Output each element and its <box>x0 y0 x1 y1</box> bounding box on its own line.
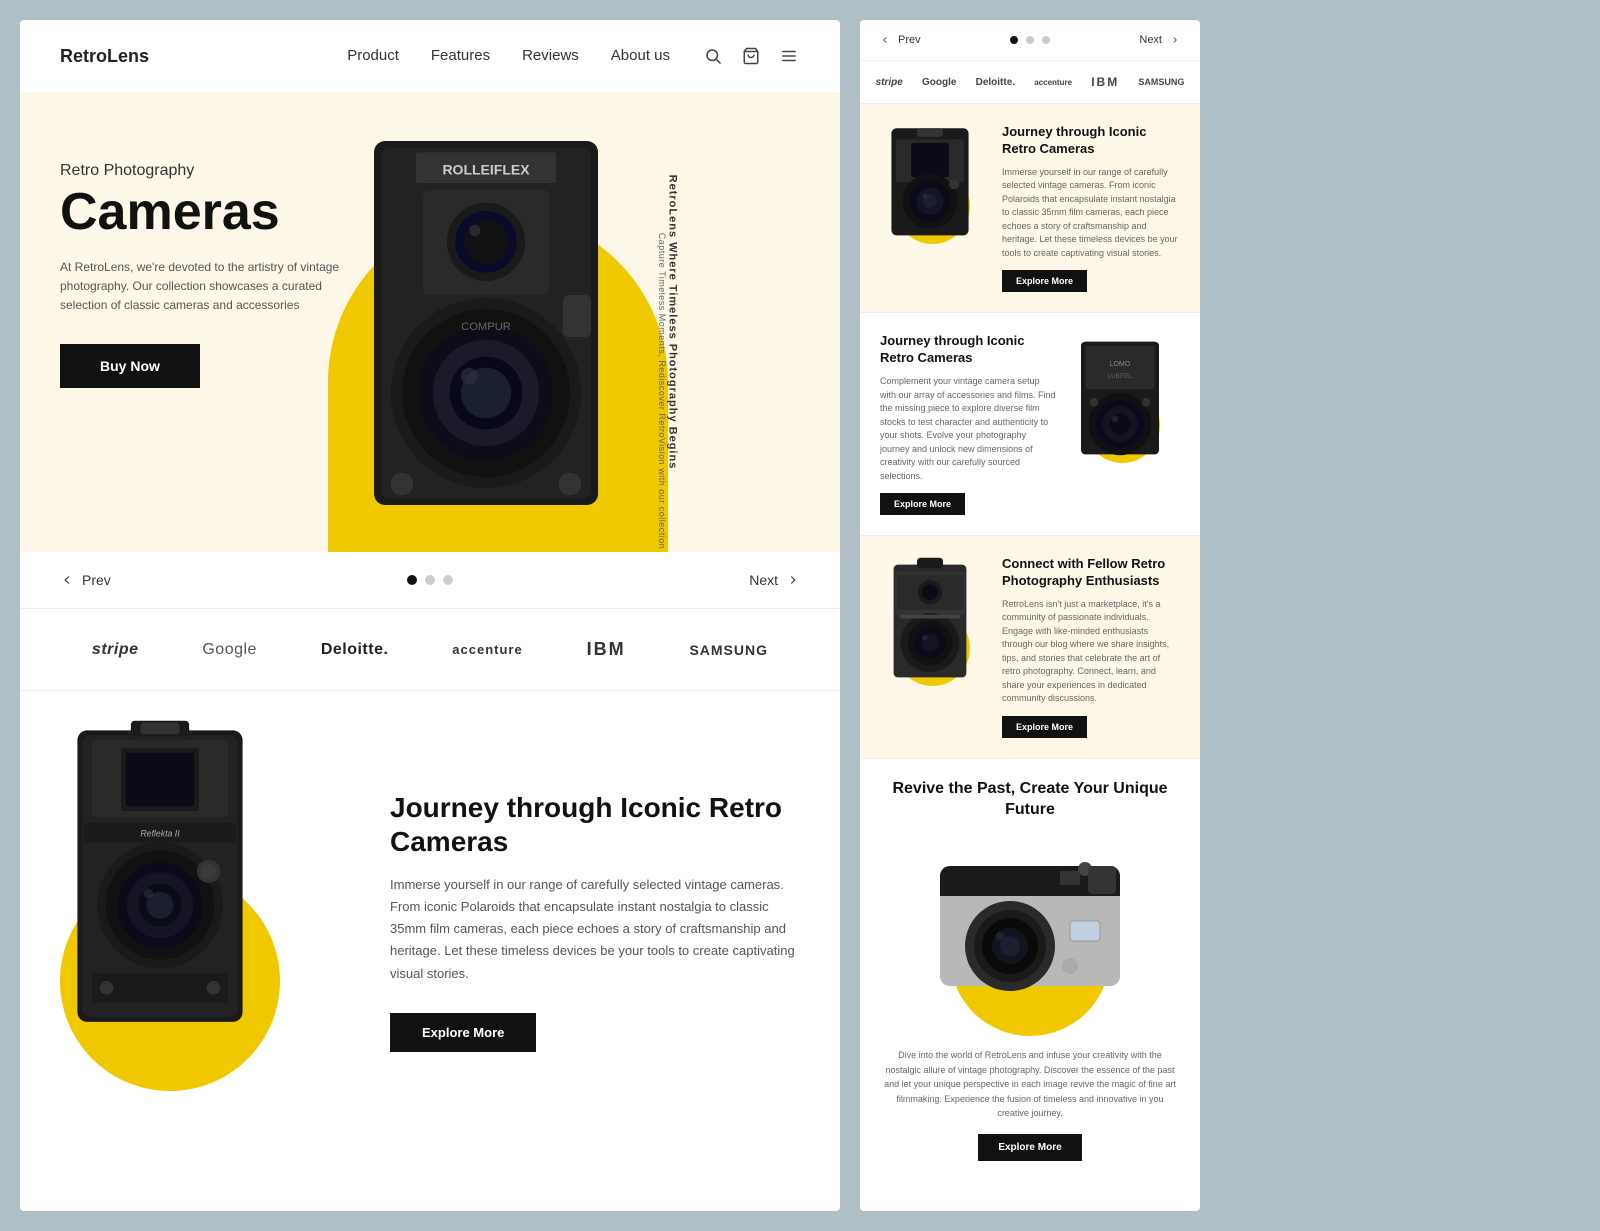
next-label: Next <box>749 572 778 588</box>
right-bottom-desc: Dive into the world of RetroLens and inf… <box>880 1048 1180 1120</box>
right-bottom-title: Revive the Past, Create Your Unique Futu… <box>880 779 1180 821</box>
svg-text:LUBITEL: LUBITEL <box>1108 374 1133 380</box>
card3-camera-svg <box>880 556 980 686</box>
partner-deloitte: Deloitte. <box>321 641 389 659</box>
navbar: RetroLens Product Features Reviews About… <box>20 20 840 92</box>
search-icon[interactable] <box>702 45 724 67</box>
bottom-camera-wrap: Reflekta II <box>20 711 360 1091</box>
card3-explore-button[interactable]: Explore More <box>1002 716 1087 738</box>
card1-title: Journey through Iconic Retro Cameras <box>1002 124 1180 158</box>
svg-text:COMPUR: COMPUR <box>461 321 511 333</box>
card1-desc: Immerse yourself in our range of careful… <box>1002 166 1180 261</box>
bottom-text: Journey through Iconic Retro Cameras Imm… <box>390 711 800 1052</box>
nav-about[interactable]: About us <box>611 47 670 64</box>
card2-content: Journey through Iconic Retro Cameras Com… <box>880 333 1058 515</box>
card2-explore-button[interactable]: Explore More <box>880 493 965 515</box>
card3-desc: RetroLens isn't just a marketplace, it's… <box>1002 598 1180 706</box>
right-bottom-camera-svg <box>930 836 1130 1016</box>
partner-accenture: accenture <box>452 642 522 657</box>
right-pagination: Prev Next <box>860 20 1200 61</box>
right-partner-google: Google <box>922 77 956 88</box>
card3-title: Connect with Fellow Retro Photography En… <box>1002 556 1180 590</box>
right-partner-ibm: IBM <box>1091 75 1119 89</box>
card2-desc: Complement your vintage camera setup wit… <box>880 375 1058 483</box>
nav-product[interactable]: Product <box>347 47 399 64</box>
card1-camera-wrap <box>880 124 990 244</box>
buy-now-button[interactable]: Buy Now <box>60 344 200 388</box>
bottom-section: Reflekta II <box>20 691 840 1131</box>
hero-description: At RetroLens, we're devoted to the artis… <box>60 258 340 316</box>
nav-features[interactable]: Features <box>431 47 490 64</box>
right-card-2: LOMO LUBITEL Journey through Iconic Retr… <box>860 313 1200 536</box>
prev-button[interactable]: Prev <box>60 572 111 588</box>
svg-text:LOMO: LOMO <box>1110 361 1131 368</box>
right-dot-2[interactable] <box>1026 36 1034 44</box>
card1-camera-svg <box>880 124 980 244</box>
card2-camera-wrap: LOMO LUBITEL <box>1070 333 1180 463</box>
card1-content: Journey through Iconic Retro Cameras Imm… <box>1002 124 1180 292</box>
explore-more-button[interactable]: Explore More <box>390 1013 536 1052</box>
card2-title: Journey through Iconic Retro Cameras <box>880 333 1058 367</box>
right-card-3: Connect with Fellow Retro Photography En… <box>860 536 1200 759</box>
right-pagination-dots <box>1010 36 1050 44</box>
bottom-camera-image: Reflekta II <box>40 711 320 1056</box>
hero-vertical-text: RetroLens Where Timeless Photography Beg… <box>667 175 679 470</box>
prev-label: Prev <box>82 572 111 588</box>
hero-camera-image: ROLLEIFLEX C <box>346 99 626 552</box>
right-partner-deloitte: Deloitte. <box>976 77 1015 88</box>
right-dot-3[interactable] <box>1042 36 1050 44</box>
brand-logo: RetroLens <box>60 46 149 67</box>
hero-content: Retro Photography Cameras At RetroLens, … <box>60 132 340 388</box>
hero-title: Cameras <box>60 186 340 238</box>
right-bottom-camera-wrap <box>880 836 1180 1036</box>
partner-stripe: stripe <box>92 641 139 659</box>
card3-content: Connect with Fellow Retro Photography En… <box>1002 556 1180 738</box>
right-next-label: Next <box>1139 34 1162 46</box>
nav-links: Product Features Reviews About us <box>347 47 670 65</box>
bottom-description: Immerse yourself in our range of careful… <box>390 874 800 984</box>
hero-vertical-small-text: Capture Timeless Moments, Rediscover Ret… <box>657 233 667 549</box>
nav-icons <box>702 45 800 67</box>
right-prev-button[interactable]: Prev <box>880 34 921 46</box>
menu-icon[interactable] <box>778 45 800 67</box>
partner-samsung: SAMSUNG <box>689 642 768 658</box>
right-partner-samsung: SAMSUNG <box>1138 77 1184 87</box>
svg-text:Reflekta II: Reflekta II <box>140 828 180 838</box>
hero-subtitle: Retro Photography <box>60 162 340 180</box>
right-next-button[interactable]: Next <box>1139 34 1180 46</box>
right-bottom-explore-button[interactable]: Explore More <box>978 1134 1081 1161</box>
svg-text:ROLLEIFLEX: ROLLEIFLEX <box>442 162 530 178</box>
right-partner-stripe: stripe <box>876 77 903 88</box>
left-panel: RetroLens Product Features Reviews About… <box>20 20 840 1211</box>
cart-icon[interactable] <box>740 45 762 67</box>
right-prev-label: Prev <box>898 34 921 46</box>
right-card-1: Journey through Iconic Retro Cameras Imm… <box>860 104 1200 313</box>
card2-camera-svg: LOMO LUBITEL <box>1070 333 1170 463</box>
dot-2[interactable] <box>425 575 435 585</box>
partners-section: stripe Google Deloitte. accenture IBM SA… <box>20 609 840 691</box>
dot-3[interactable] <box>443 575 453 585</box>
dot-1[interactable] <box>407 575 417 585</box>
partner-ibm: IBM <box>587 639 626 660</box>
card1-explore-button[interactable]: Explore More <box>1002 270 1087 292</box>
partner-google: Google <box>202 641 257 659</box>
right-partner-accenture: accenture <box>1034 78 1072 87</box>
pagination-dots <box>407 575 453 585</box>
hero-section: Retro Photography Cameras At RetroLens, … <box>20 92 840 552</box>
right-bottom-section: Revive the Past, Create Your Unique Futu… <box>860 759 1200 1182</box>
right-partners: stripe Google Deloitte. accenture IBM SA… <box>860 61 1200 104</box>
bottom-title: Journey through Iconic Retro Cameras <box>390 791 800 858</box>
nav-reviews[interactable]: Reviews <box>522 47 579 64</box>
right-panel: Prev Next stripe Google Deloitte. accent… <box>860 20 1200 1211</box>
card3-camera-wrap <box>880 556 990 686</box>
next-button[interactable]: Next <box>749 572 800 588</box>
right-dot-1[interactable] <box>1010 36 1018 44</box>
hero-pagination: Prev Next <box>20 552 840 609</box>
